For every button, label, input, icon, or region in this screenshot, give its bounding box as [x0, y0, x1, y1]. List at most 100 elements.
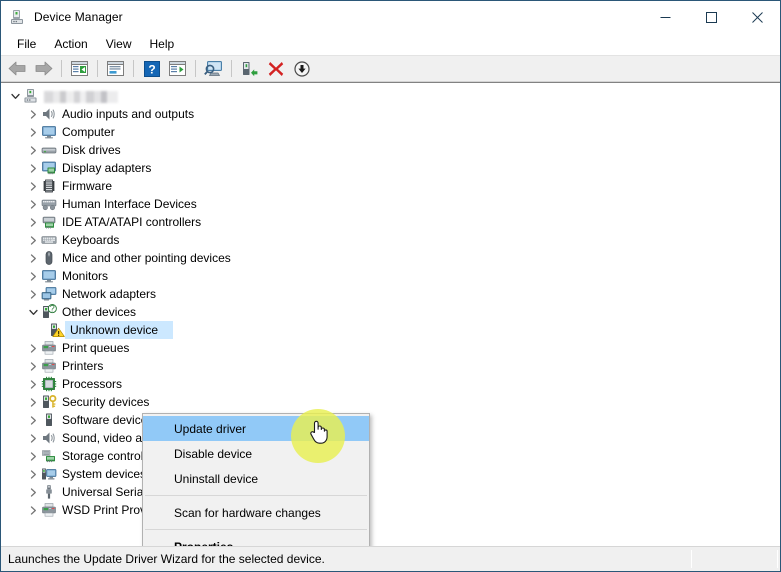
tree-item-label: Network adapters: [62, 287, 157, 301]
update-driver-button[interactable]: [237, 57, 262, 80]
tree-item-ide-ata-atapi-controllers[interactable]: IDE ATA/ATAPI controllers: [1, 213, 780, 231]
system-device-icon: [41, 466, 57, 482]
show-hide-console-tree-button[interactable]: [67, 57, 92, 80]
chevron-right-icon[interactable]: [25, 448, 41, 464]
tree-item-human-interface-devices[interactable]: Human Interface Devices: [1, 195, 780, 213]
properties-button[interactable]: [103, 57, 128, 80]
chevron-right-icon[interactable]: [25, 286, 41, 302]
tree-item-sound-video-and-game-controllers[interactable]: Sound, video and game controllers: [1, 429, 780, 447]
device-manager-window: Device Manager File Action View Help ? A…: [0, 0, 781, 572]
toolbar-separator-5: [231, 60, 232, 77]
tree-item-unknown-device[interactable]: Unknown device: [1, 321, 780, 339]
tree-item-audio-inputs-and-outputs[interactable]: Audio inputs and outputs: [1, 105, 780, 123]
chevron-right-icon[interactable]: [25, 412, 41, 428]
toolbar-separator-4: [195, 60, 196, 77]
chevron-right-icon[interactable]: [25, 484, 41, 500]
tree-item-print-queues[interactable]: Print queues: [1, 339, 780, 357]
uninstall-device-button[interactable]: [263, 57, 288, 80]
tree-item-computer[interactable]: Computer: [1, 123, 780, 141]
tree-item-monitors[interactable]: Monitors: [1, 267, 780, 285]
tree-item-security-devices[interactable]: Security devices: [1, 393, 780, 411]
toolbar: ?: [1, 55, 780, 82]
chevron-right-icon[interactable]: [25, 178, 41, 194]
chevron-right-icon[interactable]: [25, 142, 41, 158]
tree-item-label: Other devices: [62, 305, 137, 319]
menu-help[interactable]: Help: [141, 35, 184, 53]
toolbar-separator-1: [61, 60, 62, 77]
chevron-right-icon[interactable]: [25, 376, 41, 392]
tree-item-label: Unknown device: [70, 323, 163, 337]
toolbar-separator-3: [133, 60, 134, 77]
disable-down-arrow-icon: [293, 60, 310, 77]
chevron-right-icon[interactable]: [25, 106, 41, 122]
chevron-down-icon[interactable]: [7, 88, 23, 104]
disable-device-button[interactable]: [289, 57, 314, 80]
context-menu-item-update-driver[interactable]: Update driver: [143, 416, 369, 441]
show-hide-action-pane-button[interactable]: [165, 57, 190, 80]
tree-item-firmware[interactable]: Firmware: [1, 177, 780, 195]
chevron-right-icon[interactable]: [25, 232, 41, 248]
context-menu-item-scan-for-hardware-changes[interactable]: Scan for hardware changes: [143, 500, 369, 525]
tree-item-label: Print queues: [62, 341, 130, 355]
tree-item-root[interactable]: [1, 87, 780, 105]
tree-item-other-devices[interactable]: ? Other devices: [1, 303, 780, 321]
tree-item-universal-serial-bus-controllers[interactable]: Universal Serial Bus controllers: [1, 483, 780, 501]
monitor-icon: [41, 124, 57, 140]
maximize-button[interactable]: [688, 1, 734, 33]
chevron-right-icon[interactable]: [25, 466, 41, 482]
caption-buttons: [642, 1, 780, 33]
tree-item-label: Processors: [62, 377, 123, 391]
chevron-right-icon[interactable]: [25, 214, 41, 230]
tree-item-printers[interactable]: Printers: [1, 357, 780, 375]
tree-item-wsd-print-provider[interactable]: WSD Print Provider: [1, 501, 780, 519]
tree-item-mice-and-other-pointing-devices[interactable]: Mice and other pointing devices: [1, 249, 780, 267]
context-menu-item-disable-device[interactable]: Disable device: [143, 441, 369, 466]
tree-item-label: Keyboards: [62, 233, 120, 247]
menu-view[interactable]: View: [97, 35, 141, 53]
tree-item-software-devices[interactable]: Software devices: [1, 411, 780, 429]
chevron-right-icon[interactable]: [25, 196, 41, 212]
tree-item-disk-drives[interactable]: Disk drives: [1, 141, 780, 159]
tree-item-system-devices[interactable]: System devices: [1, 465, 780, 483]
tree-item-label: Human Interface Devices: [62, 197, 197, 211]
help-button[interactable]: ?: [139, 57, 164, 80]
tree-item-label: Disk drives: [62, 143, 121, 157]
tree-item-network-adapters[interactable]: Network adapters: [1, 285, 780, 303]
minimize-button[interactable]: [642, 1, 688, 33]
menu-action[interactable]: Action: [45, 35, 96, 53]
forward-button[interactable]: [31, 57, 56, 80]
close-button[interactable]: [734, 1, 780, 33]
storage-controller-icon: [41, 448, 57, 464]
status-bar: Launches the Update Driver Wizard for th…: [1, 547, 780, 571]
back-button[interactable]: [5, 57, 30, 80]
display-adapter-icon: [41, 160, 57, 176]
status-bar-text: Launches the Update Driver Wizard for th…: [8, 552, 325, 566]
tree-item-processors[interactable]: Processors: [1, 375, 780, 393]
context-menu-item-properties[interactable]: Properties: [143, 534, 369, 547]
speaker-icon: [41, 430, 57, 446]
chevron-right-icon[interactable]: [25, 430, 41, 446]
device-tree-pane[interactable]: Audio inputs and outputs Computer Disk d…: [1, 82, 780, 547]
speaker-icon: [41, 106, 57, 122]
tree-item-keyboards[interactable]: Keyboards: [1, 231, 780, 249]
chevron-right-icon[interactable]: [25, 394, 41, 410]
menu-file[interactable]: File: [8, 35, 45, 53]
chevron-right-icon[interactable]: [25, 124, 41, 140]
svg-text:?: ?: [148, 62, 155, 76]
chevron-right-icon[interactable]: [25, 502, 41, 518]
tree-item-label: Audio inputs and outputs: [62, 107, 195, 121]
tree-item-display-adapters[interactable]: Display adapters: [1, 159, 780, 177]
chevron-right-icon[interactable]: [25, 340, 41, 356]
tree-item-storage-controllers[interactable]: Storage controllers: [1, 447, 780, 465]
chevron-right-icon[interactable]: [25, 250, 41, 266]
chevron-right-icon[interactable]: [25, 358, 41, 374]
context-menu-item-uninstall-device[interactable]: Uninstall device: [143, 466, 369, 491]
chevron-down-icon[interactable]: [25, 304, 41, 320]
action-pane-icon: [169, 60, 186, 76]
chevron-right-icon[interactable]: [25, 268, 41, 284]
printer-icon: [41, 358, 57, 374]
scan-hardware-changes-button[interactable]: [201, 57, 226, 80]
menu-bar: File Action View Help: [1, 33, 780, 55]
tree-item-label: IDE ATA/ATAPI controllers: [62, 215, 202, 229]
chevron-right-icon[interactable]: [25, 160, 41, 176]
